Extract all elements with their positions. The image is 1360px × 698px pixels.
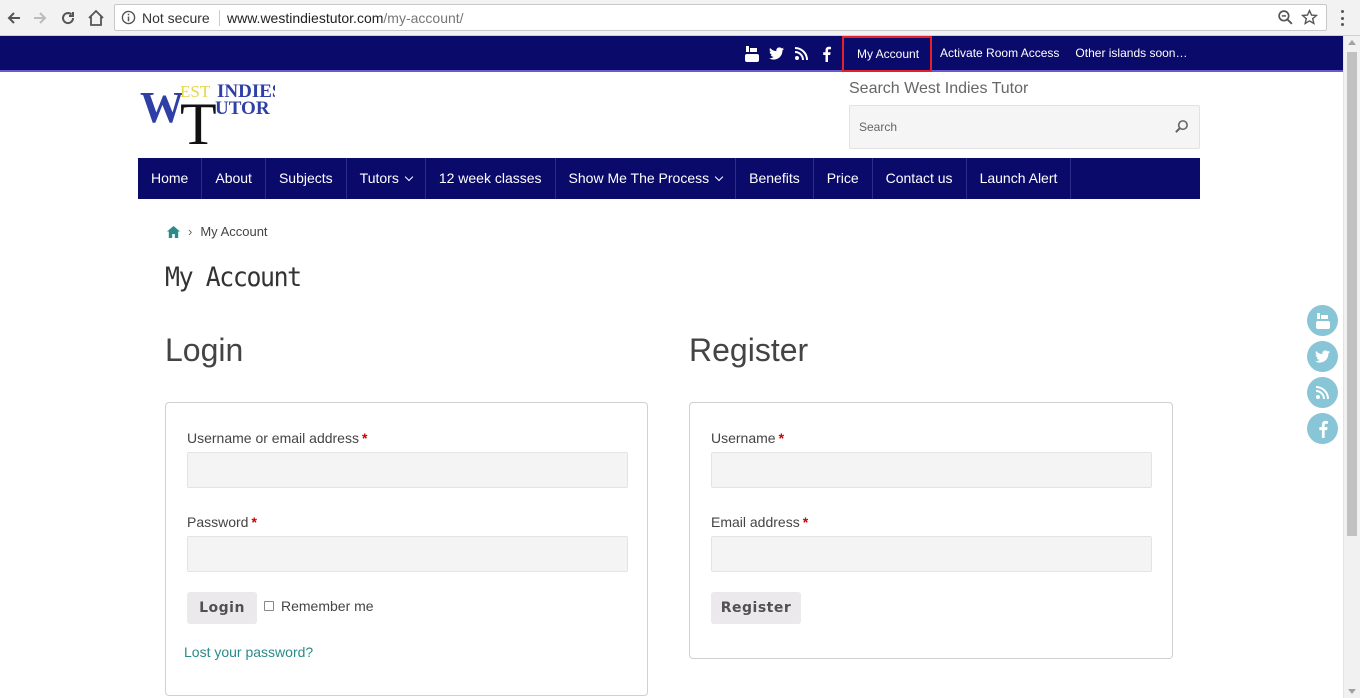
logo-text-utor: UTOR [215, 98, 270, 119]
home-icon [88, 9, 104, 26]
logo-text-est: EST [180, 82, 211, 101]
nav-label: Subjects [278, 170, 333, 186]
twitter-icon[interactable] [1307, 341, 1338, 372]
scroll-thumb[interactable] [1347, 52, 1357, 536]
breadcrumb-current: My Account [200, 224, 268, 239]
back-arrow-icon [7, 12, 20, 24]
url-text[interactable]: www.westindiestutor.com/my-account/ [227, 10, 464, 26]
rss-icon[interactable] [1307, 377, 1338, 408]
top-bar: My Account Activate Room Access Other is… [0, 36, 1343, 72]
nav-item-12-week-classes[interactable]: 12 week classes [426, 158, 556, 199]
login-username-label: Username or email address * [187, 430, 368, 446]
rss-icon[interactable] [792, 44, 811, 63]
search-input[interactable] [850, 106, 1160, 148]
remember-me-label[interactable]: Remember me [281, 598, 374, 614]
nav-item-price[interactable]: Price [814, 158, 873, 199]
nav-label: Contact us [885, 170, 953, 186]
reload-button[interactable] [56, 6, 80, 30]
forward-arrow-icon [34, 12, 47, 24]
scroll-up-arrow-icon[interactable] [1348, 40, 1356, 45]
remember-me-checkbox[interactable] [264, 601, 274, 611]
chevron-down-icon [404, 172, 414, 181]
twitter-icon[interactable] [767, 44, 786, 63]
register-email-input[interactable] [711, 536, 1152, 572]
nav-item-launch-alert[interactable]: Launch Alert [967, 158, 1072, 199]
site-logo[interactable]: W T EST INDIES UTOR [140, 80, 282, 157]
register-heading: Register [689, 332, 809, 368]
youtube-icon[interactable] [1307, 305, 1338, 336]
back-button[interactable] [2, 6, 26, 30]
login-password-input[interactable] [187, 536, 628, 572]
browser-menu-button[interactable] [1334, 8, 1350, 28]
breadcrumb-separator: › [188, 224, 193, 239]
facebook-icon[interactable] [817, 44, 836, 63]
top-links: My Account Activate Room Access Other is… [842, 36, 1195, 72]
floating-social-bar [1307, 305, 1338, 444]
page-scrollbar[interactable] [1343, 36, 1360, 698]
browser-toolbar: Not secure www.westindiestutor.com/my-ac… [0, 0, 1360, 36]
nav-label: Price [826, 170, 859, 186]
address-divider [219, 10, 220, 26]
nav-item-show-me-the-process[interactable]: Show Me The Process [556, 158, 737, 199]
search-form [849, 105, 1200, 149]
nav-label: Show Me The Process [568, 170, 710, 186]
info-icon[interactable] [121, 10, 136, 25]
bookmark-star-icon[interactable] [1301, 9, 1318, 26]
main-navigation: Home About Subjects Tutors 12 week class… [138, 158, 1200, 199]
address-bar[interactable]: Not secure www.westindiestutor.com/my-ac… [114, 4, 1327, 31]
nav-label: About [215, 170, 252, 186]
url-host: www.westindiestutor.com [227, 10, 384, 26]
nav-item-benefits[interactable]: Benefits [736, 158, 814, 199]
nav-item-tutors[interactable]: Tutors [347, 158, 426, 199]
nav-label: Launch Alert [979, 170, 1058, 186]
chevron-down-icon [714, 172, 724, 181]
nav-label: Home [151, 170, 189, 186]
register-username-input[interactable] [711, 452, 1152, 488]
register-email-label: Email address * [711, 514, 809, 530]
login-button[interactable]: Login [187, 592, 257, 624]
nav-item-about[interactable]: About [202, 158, 266, 199]
login-form: Username or email address * Password * Log… [165, 402, 648, 696]
login-password-label: Password * [187, 514, 257, 530]
url-path: /my-account/ [383, 10, 464, 26]
security-label: Not secure [142, 10, 210, 26]
breadcrumb-home-icon[interactable] [167, 225, 180, 238]
home-button[interactable] [84, 6, 108, 30]
top-link-activate-room-access[interactable]: Activate Room Access [932, 36, 1067, 72]
top-link-my-account[interactable]: My Account [842, 36, 933, 72]
nav-item-subjects[interactable]: Subjects [266, 158, 347, 199]
breadcrumb: › My Account [167, 224, 268, 239]
search-icon[interactable] [1174, 119, 1189, 134]
lost-password-link[interactable]: Lost your password? [184, 644, 313, 660]
youtube-icon[interactable] [742, 44, 761, 63]
register-form: Username * Email address * Register [689, 402, 1173, 659]
forward-button[interactable] [28, 6, 52, 30]
logo-letter-w: W [140, 83, 184, 132]
nav-label: Benefits [749, 170, 800, 186]
nav-item-contact-us[interactable]: Contact us [873, 158, 967, 199]
page-title: My Account [165, 262, 302, 293]
reload-icon [62, 12, 75, 25]
top-social-links [742, 44, 836, 63]
search-heading: Search West Indies Tutor [849, 80, 1029, 97]
login-username-input[interactable] [187, 452, 628, 488]
zoom-icon[interactable] [1277, 9, 1294, 26]
nav-item-home[interactable]: Home [138, 158, 203, 199]
register-button[interactable]: Register [711, 592, 801, 624]
nav-label: Tutors [359, 170, 399, 186]
facebook-icon[interactable] [1307, 413, 1338, 444]
top-link-other-islands[interactable]: Other islands soon… [1067, 36, 1195, 72]
register-username-label: Username * [711, 430, 785, 446]
login-heading: Login [165, 332, 244, 368]
scroll-down-arrow-icon[interactable] [1348, 689, 1356, 694]
nav-label: 12 week classes [438, 170, 542, 186]
